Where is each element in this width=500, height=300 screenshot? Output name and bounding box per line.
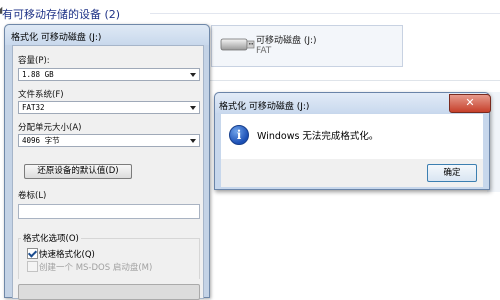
chevron-down-icon — [190, 106, 196, 110]
message-content: i Windows 无法完成格式化。 — [221, 114, 483, 159]
capacity-label: 容量(P): — [18, 56, 50, 66]
drive-name: 可移动磁盘 (J:) — [256, 36, 317, 46]
volume-label-input[interactable] — [18, 204, 200, 219]
filesystem-select[interactable]: FAT32 — [18, 101, 200, 114]
chevron-down-icon — [190, 73, 196, 77]
start-button[interactable] — [18, 284, 200, 300]
filesystem-label: 文件系统(F) — [18, 90, 64, 100]
capacity-value: 1.88 GB — [22, 70, 54, 79]
format-dialog-body: 容量(P): 1.88 GB 文件系统(F) FAT32 分配单元大小(A) 4… — [12, 45, 204, 300]
ok-button[interactable]: 确定 — [427, 164, 477, 182]
volume-label-label: 卷标(L) — [18, 191, 47, 201]
format-dialog-title: 格式化 可移动磁盘 (J:) — [11, 33, 102, 43]
close-button[interactable]: ✕ — [449, 94, 491, 113]
capacity-select[interactable]: 1.88 GB — [18, 68, 200, 81]
chevron-down-icon — [190, 139, 196, 143]
filesystem-value: FAT32 — [22, 103, 45, 112]
devices-group-header[interactable]: 有可移动存储的设备 (2) — [2, 6, 120, 22]
message-box-title: 格式化 可移动磁盘 (J:) — [219, 102, 310, 112]
format-options-label: 格式化选项(O) — [21, 232, 81, 244]
format-dialog-titlebar[interactable]: 格式化 可移动磁盘 (J:) — [5, 25, 209, 45]
group-divider — [150, 13, 500, 14]
allocation-value: 4096 字节 — [22, 136, 60, 145]
info-icon: i — [229, 125, 249, 145]
removable-drive-tile[interactable]: 可移动磁盘 (J:) FAT — [211, 25, 403, 67]
drive-filesystem: FAT — [256, 46, 272, 56]
usb-drive-icon — [220, 38, 255, 51]
allocation-label: 分配单元大小(A) — [18, 123, 82, 133]
format-dialog: 格式化 可移动磁盘 (J:) 容量(P): 1.88 GB 文件系统(F) FA… — [4, 24, 210, 300]
message-box: 格式化 可移动磁盘 (J:) ✕ i Windows 无法完成格式化。 确定 — [214, 92, 491, 190]
message-text: Windows 无法完成格式化。 — [257, 131, 379, 142]
close-icon: ✕ — [465, 96, 475, 109]
content-divider — [205, 80, 500, 81]
allocation-select[interactable]: 4096 字节 — [18, 134, 200, 147]
message-footer: 确定 — [221, 159, 483, 187]
msdos-boot-label: 创建一个 MS-DOS 启动盘(M) — [39, 263, 153, 273]
msdos-boot-checkbox — [27, 261, 38, 272]
message-box-titlebar[interactable]: 格式化 可移动磁盘 (J:) ✕ — [215, 93, 491, 113]
quick-format-checkbox[interactable] — [27, 248, 38, 259]
restore-defaults-button[interactable]: 还原设备的默认值(D) — [24, 164, 132, 179]
quick-format-label: 快速格式化(Q) — [39, 250, 95, 260]
